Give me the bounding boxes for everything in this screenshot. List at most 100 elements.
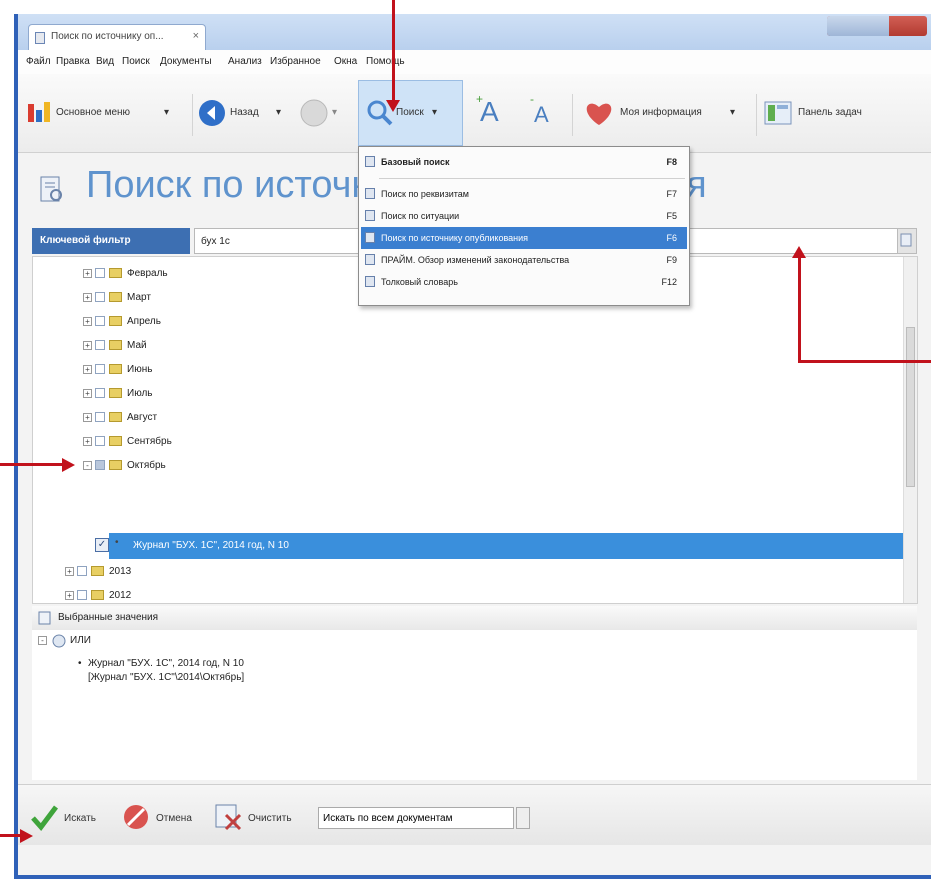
tree-row-month[interactable]: + Февраль [33, 263, 333, 287]
bullet-icon: • [78, 658, 82, 669]
tree-row-year[interactable]: +2013 [33, 561, 333, 585]
task-panel-icon [764, 101, 792, 125]
collapse-icon[interactable]: - [38, 636, 47, 645]
folder-icon [109, 340, 122, 350]
tree-row-label: Апрель [127, 316, 161, 327]
document-tab[interactable]: Поиск по источнику оп... × [28, 24, 206, 50]
menu-item-prime-review[interactable]: ПРАЙМ. Обзор изменений законодательства … [361, 249, 687, 271]
expand-icon[interactable]: + [83, 269, 92, 278]
menu-file[interactable]: Файл [26, 56, 51, 67]
menu-item-source-search[interactable]: Поиск по источнику опубликования F6 [361, 227, 687, 249]
tree-checkbox[interactable] [95, 316, 105, 326]
tree-checkbox[interactable] [77, 566, 87, 576]
decrease-font-button[interactable]: A - [528, 92, 562, 130]
folder-icon [109, 436, 122, 446]
back-label: Назад [230, 107, 259, 118]
tree-row-month-expanded[interactable]: - Октябрь [33, 455, 333, 479]
menu-item-situation-search[interactable]: Поиск по ситуации F5 [361, 205, 687, 227]
expand-icon[interactable]: + [83, 317, 92, 326]
selected-item-line1[interactable]: Журнал "БУХ. 1С", 2014 год, N 10 [88, 658, 244, 669]
expand-icon[interactable]: + [83, 365, 92, 374]
folder-icon [91, 590, 104, 600]
task-panel-button[interactable]: Панель задач [764, 96, 894, 130]
tree-row-month[interactable]: + Сентябрь [33, 431, 333, 455]
tree-row-month[interactable]: + Август [33, 407, 333, 431]
window-controls[interactable] [827, 16, 927, 36]
main-menu-button[interactable]: Основное меню ▾ [26, 96, 186, 130]
expand-icon[interactable]: + [83, 413, 92, 422]
tree-row-month[interactable]: + Май [33, 335, 333, 359]
collapse-icon[interactable]: - [83, 461, 92, 470]
bullet-icon: • [115, 537, 119, 548]
tree-row-document[interactable]: ✓ • Журнал "БУХ. 1С", 2014 год, N 10 [33, 535, 893, 559]
back-button[interactable]: Назад ▾ [198, 96, 293, 130]
tree-checkbox[interactable] [95, 292, 105, 302]
search-label: Поиск [396, 107, 424, 118]
search-scope-select[interactable]: Искать по всем документам [318, 807, 514, 829]
menu-item-shortcut: F7 [666, 189, 677, 199]
increase-font-button[interactable]: A + [476, 92, 510, 130]
menu-documents[interactable]: Документы [160, 56, 212, 67]
menu-windows[interactable]: Окна [334, 56, 357, 67]
clear-icon [215, 804, 242, 831]
or-node-label: ИЛИ [70, 635, 91, 646]
tree-row-month[interactable]: + Июль [33, 383, 333, 407]
expand-icon[interactable]: + [83, 389, 92, 398]
app-window: Поиск по источнику оп... × Файл Правка В… [14, 14, 931, 879]
folder-open-icon [109, 460, 122, 470]
menu-edit[interactable]: Правка [56, 56, 90, 67]
find-button[interactable]: Искать [30, 803, 110, 833]
tree-row-month[interactable]: + Июнь [33, 359, 333, 383]
forward-arrow-icon [300, 99, 328, 127]
expand-icon[interactable]: + [65, 591, 74, 600]
expand-icon[interactable]: + [83, 293, 92, 302]
search-icon [365, 156, 375, 167]
tab-close-icon[interactable]: × [193, 30, 199, 42]
chevron-down-icon[interactable] [516, 807, 530, 829]
tree-checkbox[interactable] [95, 340, 105, 350]
menu-help[interactable]: Помощь [366, 56, 405, 67]
key-filter-label[interactable]: Ключевой фильтр [32, 228, 190, 254]
tree-scrollbar[interactable] [903, 257, 917, 603]
menu-item-label: Поиск по источнику опубликования [381, 233, 529, 243]
tree-row-month[interactable]: + Март [33, 287, 333, 311]
cancel-button[interactable]: Отмена [122, 803, 202, 833]
tree-checkbox[interactable] [95, 412, 105, 422]
folder-icon [109, 364, 122, 374]
filter-options-button[interactable] [897, 228, 917, 254]
checked-checkbox[interactable]: ✓ [95, 538, 109, 552]
my-info-button[interactable]: Моя информация ▾ [584, 96, 752, 130]
tree-checkbox[interactable] [95, 364, 105, 374]
situation-icon [365, 210, 375, 221]
menu-item-requisites-search[interactable]: Поиск по реквизитам F7 [361, 183, 687, 205]
clear-button[interactable]: Очистить [214, 803, 310, 833]
expand-icon[interactable]: + [65, 567, 74, 576]
annotation-arrow-search [392, 0, 395, 102]
menu-item-basic-search[interactable]: Базовый поиск F8 [361, 151, 687, 173]
tree-checkbox-partial[interactable] [95, 460, 105, 470]
tree-checkbox[interactable] [77, 590, 87, 600]
scrollbar-thumb[interactable] [906, 327, 915, 487]
tree-row-label: Февраль [127, 268, 168, 279]
annotation-arrow-tree [0, 463, 64, 466]
toolbar-separator [192, 94, 193, 136]
menu-view[interactable]: Вид [96, 56, 114, 67]
expand-icon[interactable]: + [83, 341, 92, 350]
menu-item-label: Базовый поиск [381, 157, 450, 167]
menu-search[interactable]: Поиск [122, 56, 150, 67]
tree-checkbox[interactable] [95, 268, 105, 278]
tree-row-year[interactable]: +2012 [33, 585, 333, 603]
forward-button[interactable]: ▾ [300, 96, 350, 130]
tree-checkbox[interactable] [95, 436, 105, 446]
tree-row-label: Май [127, 340, 147, 351]
search-button[interactable]: Поиск ▾ [366, 96, 461, 130]
menu-favorites[interactable]: Избранное [270, 56, 321, 67]
tree-checkbox[interactable] [95, 388, 105, 398]
menu-analysis[interactable]: Анализ [228, 56, 262, 67]
tree-row-month[interactable]: + Апрель [33, 311, 333, 335]
expand-icon[interactable]: + [83, 437, 92, 446]
menu-item-dictionary[interactable]: Толковый словарь F12 [361, 271, 687, 293]
minimize-maximize-buttons[interactable] [827, 16, 889, 36]
folder-icon [109, 268, 122, 278]
dictionary-icon [365, 276, 375, 287]
